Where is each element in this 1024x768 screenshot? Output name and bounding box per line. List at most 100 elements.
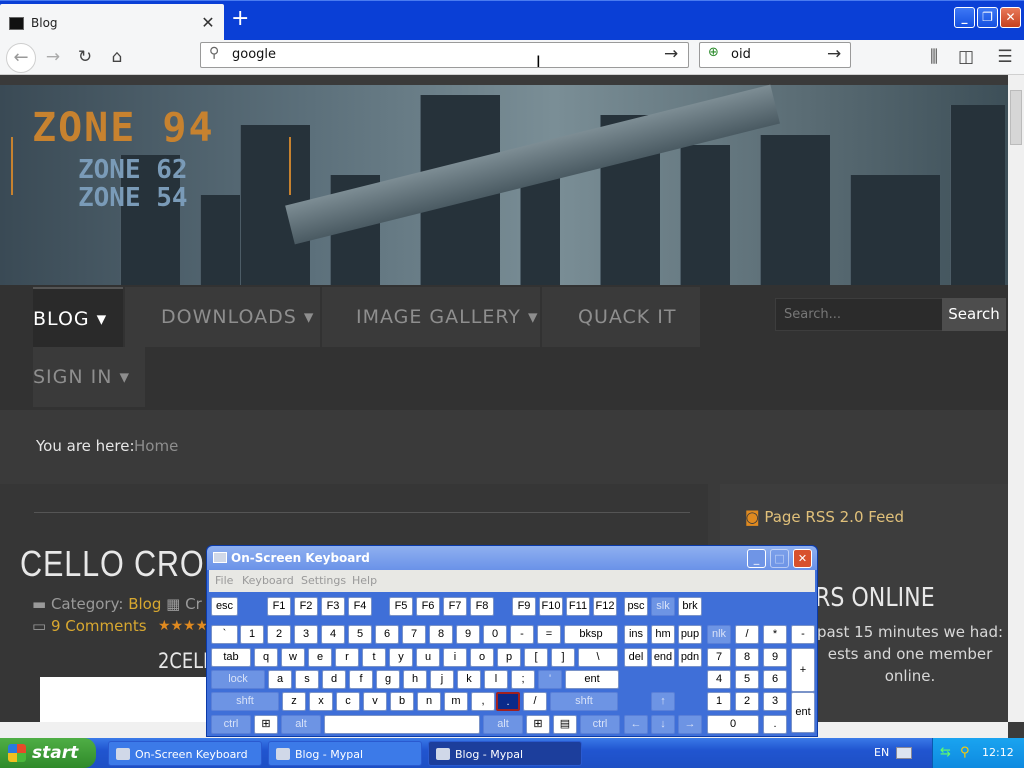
osk-key[interactable]: ] <box>551 648 575 667</box>
category-link[interactable]: Blog <box>128 595 161 613</box>
osk-key[interactable]: - <box>510 625 534 644</box>
osk-key[interactable]: e <box>308 648 332 667</box>
site-search-input[interactable]: Search... <box>775 298 943 331</box>
osk-key[interactable]: psc <box>624 597 648 616</box>
osk-key[interactable]: ctrl <box>580 715 620 734</box>
search-input[interactable]: oid <box>731 47 751 62</box>
osk-key[interactable]: alt <box>483 715 523 734</box>
osk-key[interactable]: ↓ <box>651 715 675 734</box>
network-icon[interactable]: ⇆ <box>940 745 951 760</box>
osk-key[interactable]: 7 <box>707 648 731 667</box>
osk-key[interactable]: pdn <box>678 648 702 667</box>
osk-key[interactable]: shft <box>550 692 618 711</box>
osk-key[interactable]: 3 <box>294 625 318 644</box>
osk-key[interactable]: u <box>416 648 440 667</box>
menu-item-quack-it[interactable]: QUACK IT <box>542 287 700 347</box>
osk-key[interactable]: F7 <box>443 597 467 616</box>
osk-key[interactable]: F11 <box>566 597 590 616</box>
osk-key[interactable]: i <box>443 648 467 667</box>
browser-tab[interactable]: Blog ✕ <box>0 4 224 40</box>
osk-key[interactable]: . <box>496 692 520 711</box>
comments-link[interactable]: ▭ 9 Comments <box>32 617 147 635</box>
osk-key[interactable]: ' <box>538 670 562 689</box>
breadcrumb-home-link[interactable]: Home <box>134 437 178 455</box>
osk-key[interactable]: 1 <box>707 692 731 711</box>
rss-feed-link[interactable]: ◙ Page RSS 2.0 Feed <box>745 508 904 526</box>
keyboard-tray-icon[interactable] <box>896 747 912 759</box>
menu-icon[interactable]: ☰ <box>992 44 1018 70</box>
osk-key[interactable]: bksp <box>564 625 618 644</box>
osk-key[interactable]: 9 <box>456 625 480 644</box>
osk-menu-keyboard[interactable]: Keyboard <box>242 574 294 587</box>
osk-key[interactable]: 4 <box>321 625 345 644</box>
library-icon[interactable]: ⫼ <box>921 44 947 70</box>
taskbar-item-blog-2[interactable]: Blog - Mypal <box>428 741 582 766</box>
osk-key[interactable]: [ <box>524 648 548 667</box>
osk-key[interactable]: 4 <box>707 670 731 689</box>
osk-key[interactable]: 2 <box>267 625 291 644</box>
osk-key[interactable]: ; <box>511 670 535 689</box>
rss-label[interactable]: Page RSS 2.0 Feed <box>764 508 904 526</box>
site-logo[interactable]: ZONE 94 <box>32 105 215 151</box>
osk-key[interactable]: \ <box>578 648 618 667</box>
osk-key[interactable]: tab <box>211 648 251 667</box>
search-engine-icon[interactable]: ⊕ <box>708 45 719 60</box>
osk-key[interactable]: + <box>791 648 815 692</box>
osk-key[interactable]: p <box>497 648 521 667</box>
osk-key[interactable]: F4 <box>348 597 372 616</box>
close-tab-icon[interactable]: ✕ <box>199 13 217 32</box>
osk-key[interactable]: 3 <box>763 692 787 711</box>
osk-minimize-button[interactable]: _ <box>747 549 766 568</box>
osk-key[interactable]: s <box>295 670 319 689</box>
osk-menu-settings[interactable]: Settings <box>301 574 346 587</box>
osk-key[interactable]: 6 <box>763 670 787 689</box>
osk-key[interactable]: F8 <box>470 597 494 616</box>
osk-key[interactable]: f <box>349 670 373 689</box>
osk-key[interactable]: F3 <box>321 597 345 616</box>
home-button[interactable]: ⌂ <box>104 44 130 70</box>
forward-button[interactable]: → <box>40 44 66 70</box>
osk-key[interactable]: del <box>624 648 648 667</box>
window-close-button[interactable]: ✕ <box>1000 7 1021 28</box>
osk-key[interactable]: 8 <box>735 648 759 667</box>
osk-key[interactable]: brk <box>678 597 702 616</box>
osk-key[interactable]: lock <box>211 670 265 689</box>
osk-menu-file[interactable]: File <box>215 574 233 587</box>
osk-key[interactable]: F5 <box>389 597 413 616</box>
osk-key[interactable]: . <box>763 715 787 734</box>
osk-key[interactable]: = <box>537 625 561 644</box>
osk-key[interactable]: 7 <box>402 625 426 644</box>
osk-key[interactable]: m <box>444 692 468 711</box>
url-input[interactable]: google <box>232 47 276 62</box>
osk-key[interactable]: / <box>523 692 547 711</box>
osk-key[interactable]: 9 <box>763 648 787 667</box>
new-tab-button[interactable]: + <box>231 6 249 31</box>
search-tray-icon[interactable]: ⚲ <box>960 745 970 760</box>
osk-key[interactable]: t <box>362 648 386 667</box>
osk-key[interactable]: 5 <box>735 670 759 689</box>
osk-key[interactable]: v <box>363 692 387 711</box>
osk-key[interactable]: ⊞ <box>526 715 550 734</box>
osk-key[interactable]: r <box>335 648 359 667</box>
osk-key[interactable]: nlk <box>707 625 731 644</box>
osk-key[interactable]: 1 <box>240 625 264 644</box>
osk-key[interactable]: a <box>268 670 292 689</box>
osk-key[interactable]: - <box>791 625 815 644</box>
osk-key[interactable]: 5 <box>348 625 372 644</box>
restore-button[interactable]: ❐ <box>977 7 998 28</box>
sidebar-icon[interactable]: ◫ <box>953 44 979 70</box>
osk-key[interactable]: l <box>484 670 508 689</box>
back-button[interactable]: ← <box>6 43 36 73</box>
osk-key[interactable]: w <box>281 648 305 667</box>
osk-key[interactable]: 0 <box>707 715 759 734</box>
comments-count[interactable]: 9 Comments <box>51 617 147 635</box>
osk-key[interactable]: d <box>322 670 346 689</box>
osk-menu-help[interactable]: Help <box>352 574 377 587</box>
osk-key[interactable]: F2 <box>294 597 318 616</box>
site-search-button[interactable]: Search <box>942 298 1006 331</box>
osk-key[interactable]: ins <box>624 625 648 644</box>
osk-title-bar[interactable]: On-Screen Keyboard _ □ ✕ <box>207 546 817 570</box>
osk-key[interactable]: ← <box>624 715 648 734</box>
reload-button[interactable]: ↻ <box>72 44 98 70</box>
osk-key[interactable]: F6 <box>416 597 440 616</box>
